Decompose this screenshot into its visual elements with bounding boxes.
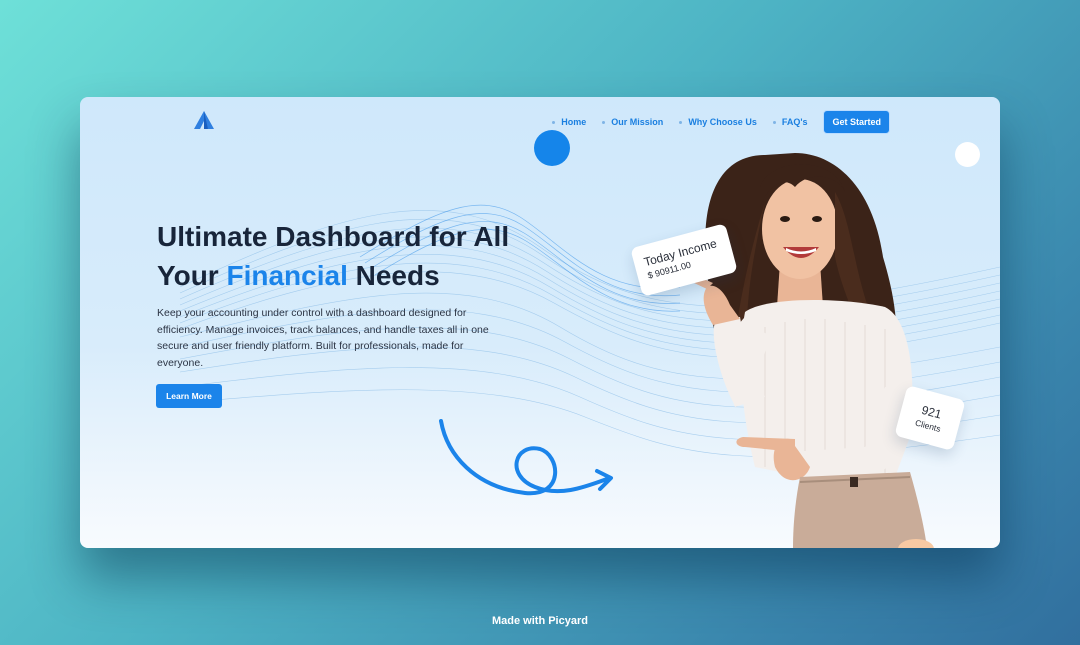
nav-item-our-mission[interactable]: Our Mission [602,117,663,127]
hero-title: Ultimate Dashboard for All Your Financia… [157,217,577,295]
decorative-white-circle [955,142,980,167]
hero-title-suffix: Needs [355,260,440,291]
nav-label: Why Choose Us [688,117,757,127]
curly-arrow-icon [439,419,613,496]
bullet-icon [772,120,776,124]
hero-description: Keep your accounting under control with … [157,307,489,369]
bullet-icon [602,120,606,124]
logo-icon[interactable] [194,111,214,129]
main-nav: Home Our Mission Why Choose Us FAQ's Get… [552,110,890,134]
bullet-icon [679,120,683,124]
hero-title-line1: Ultimate Dashboard for All [157,221,510,252]
hero-title-prefix: Your [157,260,219,291]
footer-credit: Made with Picyard [492,615,588,627]
landing-page-card: Home Our Mission Why Choose Us FAQ's Get… [80,97,1000,548]
bullet-icon [552,120,556,124]
nav-label: Our Mission [611,117,664,127]
nav-item-why-choose-us[interactable]: Why Choose Us [679,117,757,127]
woman-photo [674,153,927,548]
learn-more-button[interactable]: Learn More [156,384,222,408]
nav-item-faqs[interactable]: FAQ's [772,117,808,127]
decorative-blue-circle [534,130,570,166]
nav-item-home[interactable]: Home [552,117,586,127]
nav-label: Home [561,117,587,127]
nav-label: FAQ's [781,117,808,127]
get-started-button[interactable]: Get Started [823,110,890,134]
hero-title-accent: Financial [226,260,348,291]
